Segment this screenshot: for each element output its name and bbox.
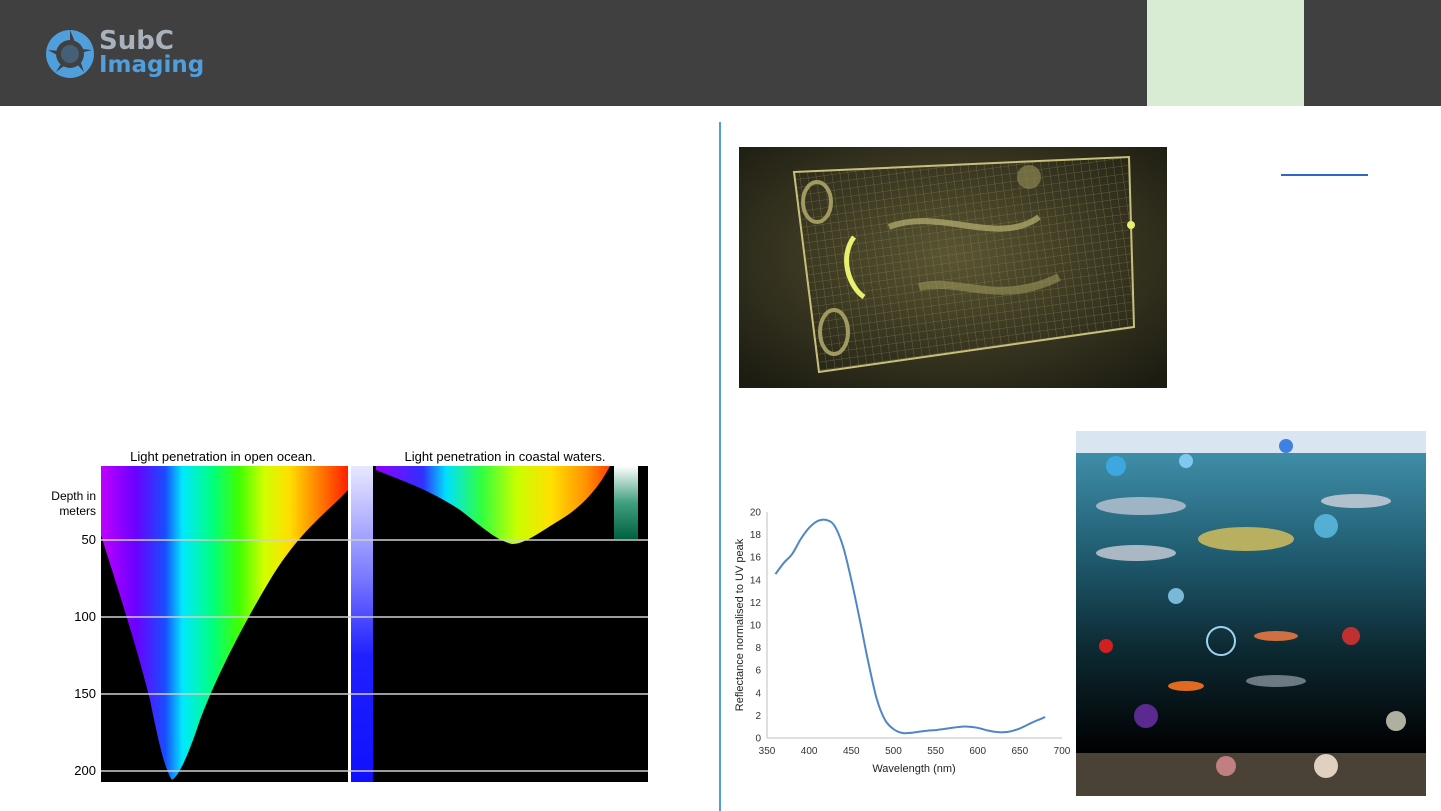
x-axis-label: Wavelength (nm) [872,763,955,775]
y-tick-label-20: 20 [750,508,762,519]
subc-imaging-logo[interactable]: SubC Imaging [44,26,204,82]
series-line-reflectance [774,518,1046,735]
header-accent-block [1147,0,1304,106]
marine-depth-illustration [1076,431,1426,796]
open-ocean-title: Light penetration in open ocean. [130,449,316,464]
light-penetration-figure: Light penetration in open ocean. Light p… [51,449,648,782]
x-tick-label-450: 450 [843,746,860,757]
depth-tick-50: 50 [82,532,96,547]
y-tick-label-8: 8 [755,643,761,654]
y-tick-label-0: 0 [755,734,761,745]
y-tick-label-10: 10 [750,621,762,632]
x-tick-label-350: 350 [759,746,776,757]
link-underline[interactable] [1281,174,1368,176]
y-tick-label-4: 4 [755,688,761,699]
x-tick-label-550: 550 [927,746,944,757]
x-tick-label-700: 700 [1054,746,1071,757]
depth-tick-100: 100 [74,609,96,624]
x-tick-label-600: 600 [969,746,986,757]
y-tick-label-2: 2 [755,711,761,722]
uv-fluorescence-photo [739,147,1167,388]
depth-tick-150: 150 [74,686,96,701]
y-tick-label-12: 12 [750,598,762,609]
y-tick-label-16: 16 [750,553,762,564]
depth-tick-200: 200 [74,763,96,778]
column-divider [719,122,721,811]
y-tick-label-14: 14 [750,575,762,586]
camera-shutter-icon [46,30,94,78]
y-axis-label: Reflectance normalised to UV peak [734,538,746,711]
x-tick-label-500: 500 [885,746,902,757]
depth-axis-label-line1: Depth in [51,489,96,503]
y-tick-label-6: 6 [755,666,761,677]
y-tick-label-18: 18 [750,530,762,541]
logo-text-imaging: Imaging [99,52,205,78]
open-ocean-penetration-bar [351,466,373,782]
coastal-penetration-bar [614,466,638,539]
depth-axis-label-line2: meters [59,504,96,518]
x-tick-label-650: 650 [1012,746,1029,757]
coastal-waters-title: Light penetration in coastal waters. [405,449,606,464]
reflectance-line-chart: 0 2 4 6 8 10 12 14 16 18 20 350 400 450 500 550 600 650 7… [734,508,1071,776]
x-tick-label-400: 400 [801,746,818,757]
